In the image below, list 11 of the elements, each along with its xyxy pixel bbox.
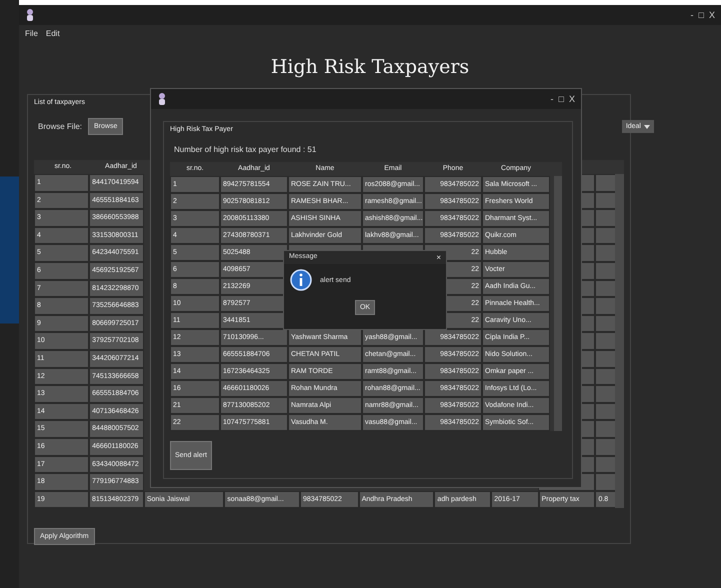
close-button[interactable]: ×: [436, 253, 441, 262]
browse-label: Browse File:: [38, 122, 82, 131]
menu-item[interactable]: Edit: [46, 29, 60, 38]
menu-item[interactable]: File: [25, 29, 38, 38]
window-control[interactable]: □: [558, 94, 564, 104]
window-control[interactable]: -: [690, 10, 694, 20]
page-heading: High Risk Taxpayers: [270, 56, 470, 78]
window-control[interactable]: X: [568, 94, 575, 104]
count-label: Number of high risk tax payer found : 51: [174, 145, 318, 154]
window-control[interactable]: □: [698, 10, 704, 20]
window-control[interactable]: X: [708, 10, 715, 20]
